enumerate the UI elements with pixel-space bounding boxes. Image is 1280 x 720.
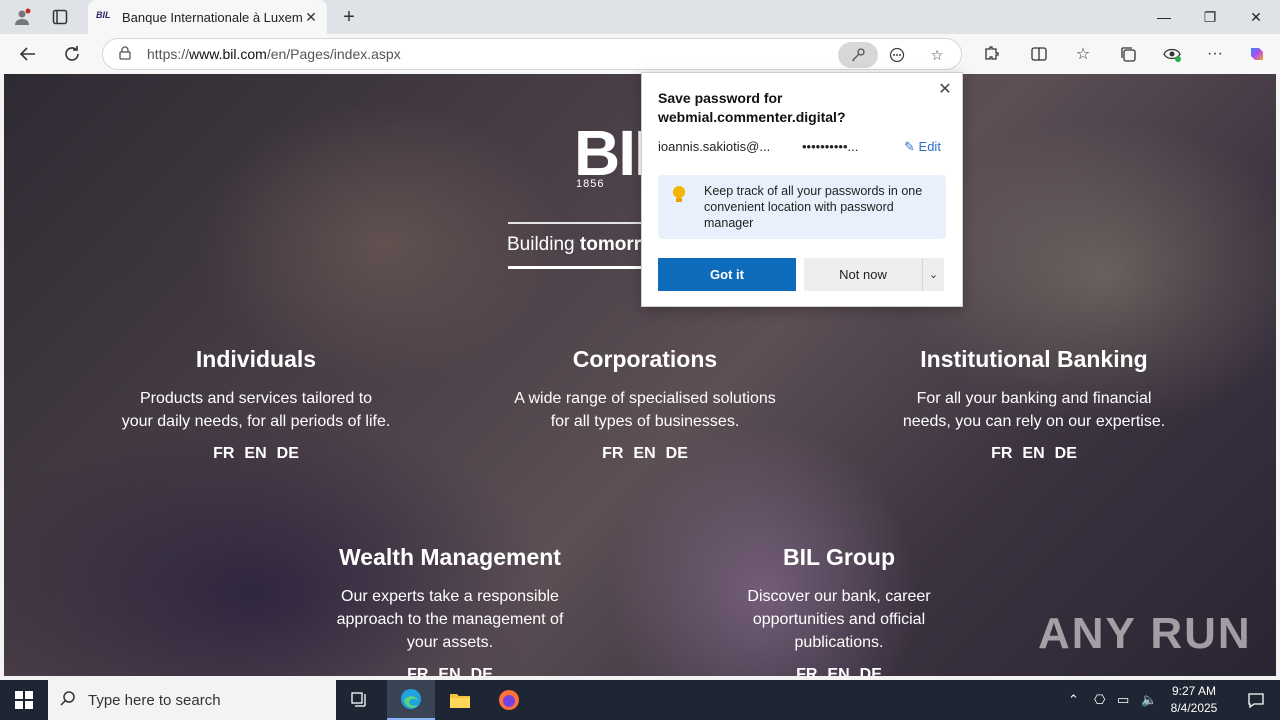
segment-description: Discover our bank, career opportunities a… [747, 588, 931, 651]
tagline-underline [508, 266, 648, 269]
lightbulb-icon [672, 185, 686, 210]
edit-credentials-link[interactable]: ✎ Edit [904, 139, 941, 155]
lang-de-link[interactable]: DE [666, 445, 688, 462]
edge-taskbar-icon[interactable] [387, 680, 435, 720]
tab-strip: BIL Banque Internationale à Luxembo ✕ + … [0, 0, 1280, 34]
dialog-title: Save password for webmial.commenter.digi… [658, 90, 846, 125]
lang-en-link[interactable]: EN [244, 445, 266, 462]
saved-password: ••••••••••... [802, 139, 859, 154]
search-placeholder: Type here to search [88, 691, 221, 709]
language-links: FR EN DE [689, 666, 989, 676]
segment-individuals: Individuals Products and services tailor… [106, 346, 406, 463]
back-button[interactable] [16, 42, 40, 66]
lang-en-link[interactable]: EN [1022, 445, 1044, 462]
lang-en-link[interactable]: EN [633, 445, 655, 462]
volume-icon[interactable]: 🔈 [1141, 680, 1157, 720]
favorite-star-icon[interactable]: ☆ [925, 43, 949, 67]
language-links: FR EN DE [106, 445, 406, 463]
notifications-icon[interactable] [1232, 680, 1280, 720]
firefox-icon[interactable] [485, 680, 533, 720]
segment-corporations: Corporations A wide range of specialised… [495, 346, 795, 463]
network-icon[interactable]: ▭ [1117, 680, 1129, 720]
clock-time: 9:27 AM [1171, 684, 1217, 698]
task-view-icon[interactable] [336, 680, 384, 720]
tab-bil[interactable]: BIL Banque Internationale à Luxembo ✕ [88, 0, 327, 34]
profile-icon[interactable] [10, 5, 34, 29]
tab-close-icon[interactable]: ✕ [303, 9, 319, 26]
refresh-button[interactable] [60, 42, 84, 66]
password-manager-tip: Keep track of all your passwords in one … [658, 175, 946, 239]
segment-description: Our experts take a responsible approach t… [336, 588, 564, 651]
windows-taskbar: Type here to search ⌃ ⎔ ▭ 🔈 9:27 AM 8/4/… [0, 680, 1280, 720]
dialog-close-icon[interactable]: ✕ [934, 79, 956, 101]
segment-title[interactable]: BIL Group [689, 544, 989, 571]
address-bar[interactable]: https://www.bil.com/en/Pages/index.aspx … [102, 38, 962, 70]
segment-title[interactable]: Institutional Banking [884, 346, 1184, 373]
restore-button[interactable]: ❐ [1187, 0, 1233, 34]
lang-fr-link[interactable]: FR [796, 666, 817, 676]
lang-de-link[interactable]: DE [1055, 445, 1077, 462]
not-now-button[interactable]: Not now [804, 258, 922, 291]
search-icon [48, 690, 88, 710]
password-key-icon[interactable] [838, 42, 878, 68]
segment-description: Products and services tailored to your da… [121, 390, 391, 430]
save-password-dialog: Save password for webmial.commenter.digi… [641, 72, 963, 307]
clock-date: 8/4/2025 [1170, 701, 1218, 715]
tab-actions-icon[interactable] [48, 5, 72, 29]
extensions-icon[interactable] [979, 42, 1003, 66]
lang-fr-link[interactable]: FR [407, 666, 428, 676]
lang-fr-link[interactable]: FR [991, 445, 1012, 462]
meet-now-icon[interactable]: ⎔ [1094, 680, 1105, 720]
lang-de-link[interactable]: DE [860, 666, 882, 676]
lang-de-link[interactable]: DE [277, 445, 299, 462]
system-clock[interactable]: 9:27 AM 8/4/2025 [1158, 683, 1230, 717]
browser-essentials-icon[interactable] [1160, 42, 1184, 66]
chevron-down-icon[interactable]: ⌄ [922, 258, 944, 291]
logo-divider [508, 222, 648, 224]
logo-year: 1856 [576, 178, 605, 190]
segment-institutional-banking: Institutional Banking For all your banki… [884, 346, 1184, 463]
segment-title[interactable]: Corporations [495, 346, 795, 373]
segment-description: For all your banking and financial needs,… [902, 390, 1166, 430]
segment-title[interactable]: Wealth Management [300, 544, 600, 571]
tray-overflow-icon[interactable]: ⌃ [1068, 680, 1079, 720]
lang-en-link[interactable]: EN [827, 666, 849, 676]
segment-bil-group: BIL Group Discover our bank, career oppor… [689, 544, 989, 676]
segment-title[interactable]: Individuals [106, 346, 406, 373]
language-links: FR EN DE [884, 445, 1184, 463]
minimize-button[interactable]: — [1141, 0, 1187, 34]
split-screen-icon[interactable] [1027, 42, 1051, 66]
file-explorer-icon[interactable] [436, 680, 484, 720]
settings-more-icon[interactable]: ··· [1203, 42, 1227, 66]
got-it-button[interactable]: Got it [658, 258, 796, 291]
favorites-icon[interactable]: ☆ [1071, 42, 1095, 66]
saved-username: ioannis.sakiotis@... [658, 139, 771, 154]
segment-description: A wide range of specialised solutions for… [514, 390, 776, 430]
segment-wealth-management: Wealth Management Our experts take a res… [300, 544, 600, 676]
lang-fr-link[interactable]: FR [602, 445, 623, 462]
copilot-icon[interactable] [1245, 42, 1269, 66]
anyrun-watermark: ANY RUN [1038, 609, 1252, 658]
new-tab-button[interactable]: + [338, 6, 360, 28]
page-viewport: BIL 1856 Building tomorr Individuals Pro… [4, 74, 1276, 676]
lang-en-link[interactable]: EN [438, 666, 460, 676]
lock-icon[interactable] [103, 45, 147, 63]
tip-text: Keep track of all your passwords in one … [704, 184, 923, 230]
lang-fr-link[interactable]: FR [213, 445, 234, 462]
collections-icon[interactable] [1116, 42, 1140, 66]
reading-mode-icon[interactable] [885, 43, 909, 67]
close-window-button[interactable]: ✕ [1233, 0, 1279, 34]
lang-de-link[interactable]: DE [471, 666, 493, 676]
start-button[interactable] [0, 680, 48, 720]
bil-favicon-icon: BIL [96, 10, 111, 20]
taskbar-search-box[interactable]: Type here to search [48, 680, 336, 720]
tagline: Building tomorr [507, 234, 642, 255]
tab-title: Banque Internationale à Luxembo [122, 9, 303, 25]
browser-toolbar: https://www.bil.com/en/Pages/index.aspx … [0, 34, 1280, 74]
windows-icon [15, 691, 33, 709]
language-links: FR EN DE [495, 445, 795, 463]
language-links: FR EN DE [300, 666, 600, 676]
pencil-icon: ✎ [904, 139, 915, 154]
